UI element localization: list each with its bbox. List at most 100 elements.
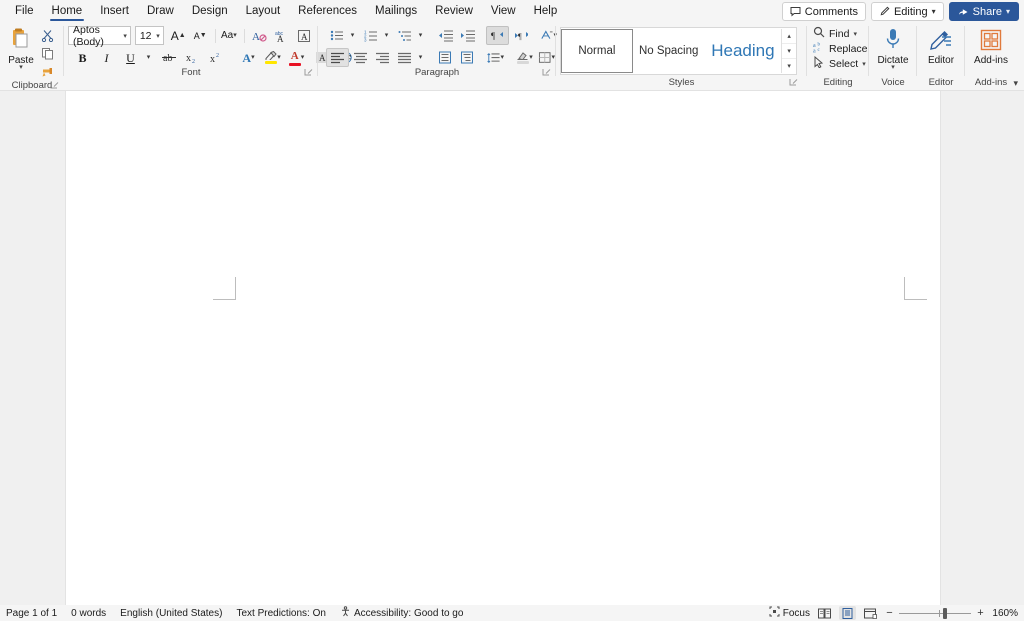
focus-button[interactable]: Focus <box>769 606 810 620</box>
underline-options-button[interactable]: ▾ <box>144 48 155 67</box>
tab-layout[interactable]: Layout <box>237 0 290 22</box>
borders-button[interactable]: ▾ <box>537 48 558 67</box>
shading-button[interactable]: ▾ <box>515 48 536 67</box>
clear-formatting-button[interactable]: A <box>249 26 270 45</box>
multilevel-list-options-button[interactable]: ▾ <box>416 26 427 45</box>
bullets-button[interactable] <box>326 26 347 45</box>
document-page[interactable] <box>66 91 940 605</box>
view-web-layout-button[interactable] <box>862 606 879 620</box>
select-button[interactable]: Select ▾ <box>811 56 866 71</box>
document-text-area[interactable] <box>147 277 837 605</box>
bullets-options-button[interactable]: ▾ <box>348 26 359 45</box>
language-indicator[interactable]: English (United States) <box>120 608 222 619</box>
increase-indent-button[interactable] <box>457 26 478 45</box>
tab-mailings[interactable]: Mailings <box>366 0 426 22</box>
tab-draw[interactable]: Draw <box>138 0 183 22</box>
style-heading[interactable]: Heading <box>705 29 782 73</box>
collapse-ribbon-button[interactable]: ▾ <box>1013 78 1018 89</box>
tab-review[interactable]: Review <box>426 0 482 22</box>
change-case-button[interactable]: Aa ▾ <box>219 26 240 45</box>
text-predictions-indicator[interactable]: Text Predictions: On <box>236 608 325 619</box>
clipboard-dialog-launcher-icon[interactable] <box>50 81 59 90</box>
zoom-out-button[interactable]: − <box>885 607 894 619</box>
font-color-button[interactable]: A ▾ <box>287 48 308 67</box>
ribbon-tab-strip: File Home Insert Draw Design Layout Refe… <box>0 0 1024 22</box>
italic-button[interactable]: I <box>96 48 117 67</box>
text-highlight-button[interactable]: ▾ <box>263 48 284 67</box>
tab-help[interactable]: Help <box>525 0 567 22</box>
style-normal[interactable]: Normal <box>561 29 633 73</box>
cut-button[interactable] <box>38 27 57 44</box>
font-name-combobox[interactable]: Aptos (Body) ▾ <box>68 26 131 45</box>
zoom-level-label[interactable]: 160% <box>990 608 1018 619</box>
decrease-indent-button[interactable] <box>435 26 456 45</box>
editor-group-label: Editor <box>921 77 961 90</box>
distribute-right-button[interactable] <box>457 48 478 67</box>
numbering-button[interactable]: 123 <box>360 26 381 45</box>
styles-dialog-launcher-icon[interactable] <box>789 78 798 87</box>
zoom-slider[interactable] <box>899 613 971 614</box>
distribute-left-button[interactable] <box>435 48 456 67</box>
style-no-spacing[interactable]: No Spacing <box>633 29 705 73</box>
text-effects-button[interactable]: A ▾ <box>239 48 260 67</box>
tab-file[interactable]: File <box>6 0 43 22</box>
underline-button[interactable]: U <box>120 48 141 67</box>
clipboard-small-buttons <box>38 25 57 80</box>
voice-group-text: Voice <box>881 77 904 88</box>
copy-button[interactable] <box>38 45 57 62</box>
character-border-button[interactable]: A <box>293 26 314 45</box>
multilevel-list-button[interactable] <box>394 26 415 45</box>
word-count[interactable]: 0 words <box>71 608 106 619</box>
rtl-text-direction-button[interactable]: ¶ <box>486 26 509 45</box>
italic-label: I <box>105 52 109 64</box>
subscript-button[interactable]: x2 <box>182 48 203 67</box>
strikethrough-button[interactable]: ab <box>158 48 179 67</box>
align-right-button[interactable] <box>372 48 393 67</box>
editor-button[interactable]: Editor <box>921 27 961 66</box>
justify-button[interactable] <box>394 48 415 67</box>
phonetic-guide-button[interactable]: abcA <box>271 26 292 45</box>
numbering-options-button[interactable]: ▾ <box>382 26 393 45</box>
justify-options-button[interactable]: ▾ <box>416 48 427 67</box>
addins-button[interactable]: Add-ins <box>969 27 1013 66</box>
paste-icon <box>9 27 33 54</box>
font-dialog-launcher-icon[interactable] <box>304 68 313 77</box>
tab-references[interactable]: References <box>289 0 366 22</box>
line-spacing-button[interactable]: ▾ <box>486 48 507 67</box>
view-print-layout-button[interactable] <box>839 606 856 620</box>
tab-view[interactable]: View <box>482 0 525 22</box>
shrink-font-button[interactable]: A▼ <box>190 26 211 45</box>
bold-button[interactable]: B <box>72 48 93 67</box>
replace-button[interactable]: abac Replace <box>811 41 868 56</box>
comments-button[interactable]: Comments <box>782 2 866 21</box>
share-button[interactable]: Share ▾ <box>949 2 1019 21</box>
accessibility-indicator[interactable]: Accessibility: Good to go <box>340 606 464 620</box>
document-canvas <box>0 91 1024 605</box>
tab-design[interactable]: Design <box>183 0 237 22</box>
dictate-button[interactable]: Dictate ▾ <box>873 25 913 71</box>
styles-scroll-up-button[interactable]: ▴ <box>782 29 796 44</box>
editing-mode-button[interactable]: Editing ▾ <box>871 2 944 21</box>
page-indicator[interactable]: Page 1 of 1 <box>6 608 57 619</box>
zoom-in-button[interactable]: + <box>976 607 985 619</box>
paste-button[interactable]: Paste ▾ <box>4 25 38 71</box>
tab-insert[interactable]: Insert <box>91 0 138 22</box>
tab-home[interactable]: Home <box>43 0 92 22</box>
format-painter-button[interactable] <box>38 63 57 80</box>
addins-grid-icon <box>980 29 1002 54</box>
svg-text:2: 2 <box>192 59 195 64</box>
superscript-button[interactable]: x2 <box>206 48 227 67</box>
view-read-mode-button[interactable] <box>816 606 833 620</box>
align-left-button[interactable] <box>326 48 349 67</box>
align-center-button[interactable] <box>350 48 371 67</box>
styles-more-button[interactable]: ▾ <box>782 59 796 73</box>
find-button[interactable]: Find ▾ <box>811 26 857 41</box>
ltr-text-direction-button[interactable]: ¶ <box>510 26 531 45</box>
paragraph-dialog-launcher-icon[interactable] <box>542 68 551 77</box>
tab-view-label: View <box>491 5 516 17</box>
share-label: Share <box>973 6 1002 18</box>
grow-font-button[interactable]: A▲ <box>168 26 189 45</box>
styles-scroll-down-button[interactable]: ▾ <box>782 44 796 59</box>
font-size-combobox[interactable]: 12 ▾ <box>135 26 164 45</box>
zoom-slider-thumb[interactable] <box>943 608 947 619</box>
